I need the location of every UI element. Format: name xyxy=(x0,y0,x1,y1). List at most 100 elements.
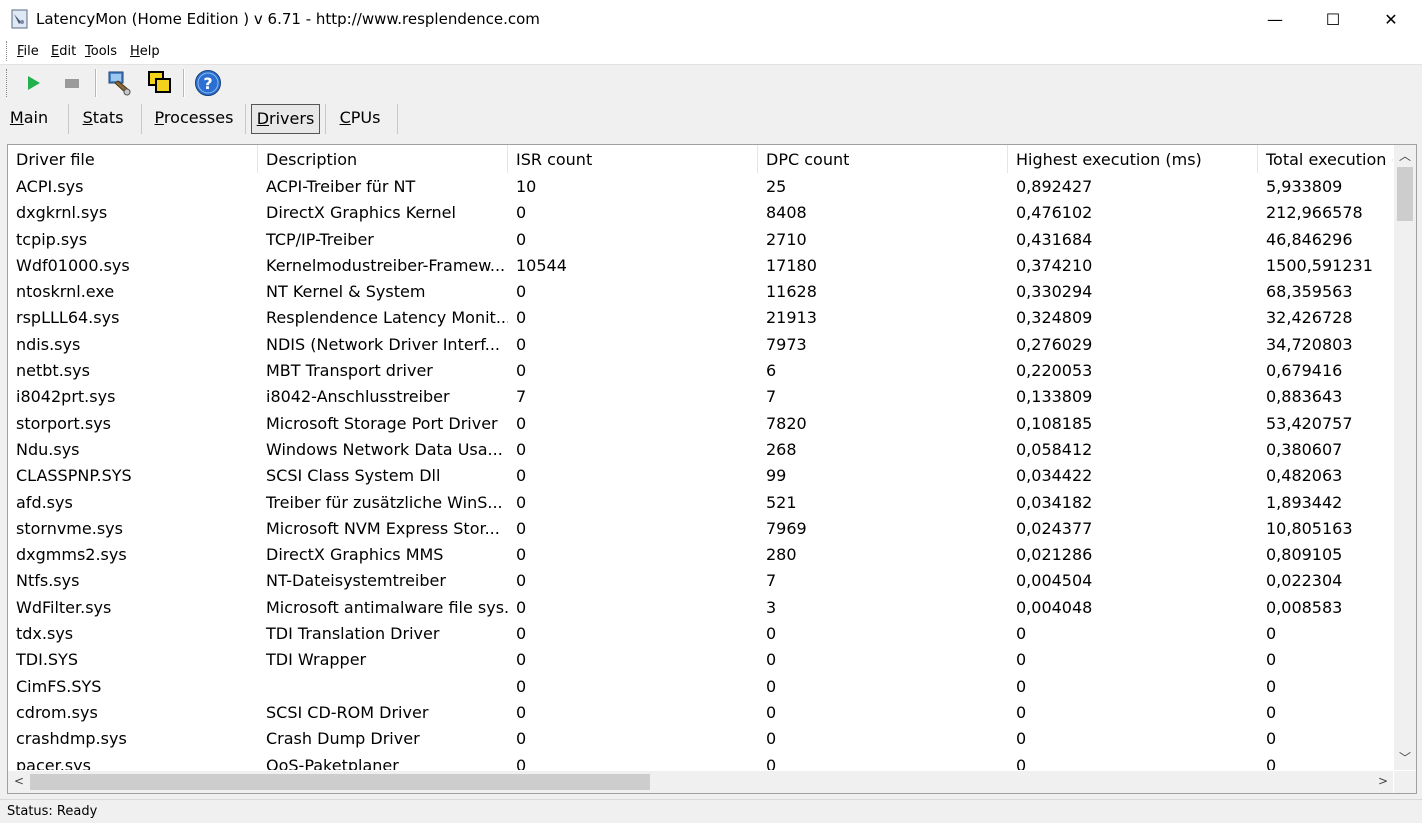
cell-description: TCP/IP-Treiber xyxy=(266,229,374,249)
cell-dpc-count: 280 xyxy=(766,545,797,565)
cell-description: Resplendence Latency Monit... xyxy=(266,308,508,328)
column-header-total-execution[interactable]: Total execution (ms) xyxy=(1258,145,1393,173)
table-row[interactable]: ACPI.sys ACPI-Treiber für NT 10 25 0,892427 5… xyxy=(8,174,1393,200)
table-row[interactable]: cdrom.sys SCSI CD-ROM Driver 0 0 0 0 xyxy=(8,700,1393,726)
list-rows: ACPI.sys ACPI-Treiber für NT 10 25 0,892427 5… xyxy=(8,174,1393,770)
table-row[interactable]: Wdf01000.sys Kernelmodustreiber-Framew...… xyxy=(8,253,1393,279)
toolbar-grip[interactable] xyxy=(6,69,9,97)
table-row[interactable]: tcpip.sys TCP/IP-Treiber 0 2710 0,431684 46,8… xyxy=(8,227,1393,253)
cell-driver-file: dxgkrnl.sys xyxy=(16,203,108,223)
cell-total-execution: 1500,591231 xyxy=(1266,255,1373,275)
column-header-highest-execution[interactable]: Highest execution (ms) xyxy=(1008,145,1258,173)
cell-description: SCSI Class System Dll xyxy=(266,466,441,486)
cell-highest-execution: 0,004504 xyxy=(1016,571,1093,591)
table-row[interactable]: pacer.sys QoS-Paketplaner 0 0 0 0 xyxy=(8,753,1393,770)
status-bar xyxy=(0,799,1422,823)
menu-edit[interactable]: Edit xyxy=(51,44,76,59)
table-row[interactable]: ndis.sys NDIS (Network Driver Interf... 0 7… xyxy=(8,332,1393,358)
cell-description: Windows Network Data Usa... xyxy=(266,439,503,459)
cell-total-execution: 0 xyxy=(1266,650,1277,670)
menu-tools[interactable]: Tools xyxy=(85,44,117,59)
cell-dpc-count: 7973 xyxy=(766,334,807,354)
table-row[interactable]: afd.sys Treiber für zusätzliche WinS... 0 5… xyxy=(8,490,1393,516)
column-header-isr-count[interactable]: ISR count xyxy=(508,145,758,173)
cell-highest-execution: 0,330294 xyxy=(1016,282,1093,302)
scroll-down-icon[interactable]: ﹀ xyxy=(1399,749,1411,766)
table-row[interactable]: tdx.sys TDI Translation Driver 0 0 0 0 xyxy=(8,621,1393,647)
menu-help[interactable]: Help xyxy=(130,44,160,59)
cell-total-execution: 0 xyxy=(1266,729,1277,749)
cell-description: NDIS (Network Driver Interf... xyxy=(266,334,500,354)
cell-highest-execution: 0,034182 xyxy=(1016,492,1093,512)
help-icon: ? xyxy=(195,70,221,96)
tab-separator xyxy=(245,104,246,134)
table-row[interactable]: storport.sys Microsoft Storage Port Drive… xyxy=(8,411,1393,437)
column-header-description[interactable]: Description xyxy=(258,145,508,173)
drivers-list[interactable]: Driver file Description ISR count DPC co… xyxy=(7,144,1417,794)
table-row[interactable]: Ndu.sys Windows Network Data Usa... 0 268 0,… xyxy=(8,437,1393,463)
menu-grip[interactable] xyxy=(6,41,9,61)
menu-file[interactable]: File xyxy=(17,44,39,59)
table-row[interactable]: netbt.sys MBT Transport driver 0 6 0,220053 0… xyxy=(8,358,1393,384)
table-row[interactable]: CimFS.SYS 0 0 0 0 xyxy=(8,674,1393,700)
vertical-scrollbar[interactable]: ︿ ﹀ xyxy=(1394,145,1416,770)
scroll-right-icon[interactable]: > xyxy=(1378,774,1388,788)
tab-separator xyxy=(68,104,69,134)
table-row[interactable]: TDI.SYS TDI Wrapper 0 0 0 0 xyxy=(8,647,1393,673)
window-title: LatencyMon (Home Edition ) v 6.71 - http… xyxy=(36,10,540,28)
cell-driver-file: Ndu.sys xyxy=(16,439,80,459)
tab-separator xyxy=(141,104,142,134)
column-header-dpc-count[interactable]: DPC count xyxy=(758,145,1008,173)
tab-stats[interactable]: Stats xyxy=(78,104,128,132)
latencymon-app-icon xyxy=(11,9,29,29)
start-button[interactable] xyxy=(18,68,48,98)
cell-description: TDI Translation Driver xyxy=(266,624,440,644)
table-row[interactable]: i8042prt.sys i8042-Anschlusstreiber 7 7 0,13… xyxy=(8,384,1393,410)
vertical-scroll-thumb[interactable] xyxy=(1397,167,1413,221)
cell-description: Crash Dump Driver xyxy=(266,729,420,749)
table-row[interactable]: CLASSPNP.SYS SCSI Class System Dll 0 99 0,03… xyxy=(8,463,1393,489)
help-button[interactable]: ? xyxy=(193,68,223,98)
cell-highest-execution: 0 xyxy=(1016,624,1027,644)
cell-dpc-count: 7 xyxy=(766,387,777,407)
maximize-button[interactable]: ☐ xyxy=(1304,0,1362,38)
table-row[interactable]: crashdmp.sys Crash Dump Driver 0 0 0 0 xyxy=(8,726,1393,752)
horizontal-scrollbar[interactable]: < > xyxy=(8,771,1393,793)
cell-total-execution: 0,380607 xyxy=(1266,439,1343,459)
cell-driver-file: ACPI.sys xyxy=(16,177,84,196)
cell-dpc-count: 8408 xyxy=(766,203,807,223)
horizontal-scroll-thumb[interactable] xyxy=(30,774,650,790)
table-row[interactable]: dxgmms2.sys DirectX Graphics MMS 0 280 0,021… xyxy=(8,542,1393,568)
table-row[interactable]: stornvme.sys Microsoft NVM Express Stor..… xyxy=(8,516,1393,542)
tab-processes[interactable]: Processes xyxy=(151,104,237,132)
scroll-up-icon[interactable]: ︿ xyxy=(1399,147,1411,164)
cell-dpc-count: 11628 xyxy=(766,282,817,302)
cell-description: Treiber für zusätzliche WinS... xyxy=(266,492,503,512)
cell-driver-file: rspLLL64.sys xyxy=(16,308,120,328)
cell-isr-count: 0 xyxy=(516,334,527,354)
windows-button[interactable] xyxy=(145,68,175,98)
column-header-driver-file[interactable]: Driver file xyxy=(8,145,258,173)
cell-dpc-count: 7820 xyxy=(766,413,807,433)
tab-drivers[interactable]: Drivers xyxy=(251,104,320,134)
tab-cpus[interactable]: CPUs xyxy=(332,104,388,132)
cell-isr-count: 0 xyxy=(516,466,527,486)
table-row[interactable]: ntoskrnl.exe NT Kernel & System 0 11628 0,33… xyxy=(8,279,1393,305)
table-row[interactable]: WdFilter.sys Microsoft antimalware file s… xyxy=(8,595,1393,621)
cell-isr-count: 0 xyxy=(516,361,527,381)
toolbar-separator xyxy=(183,69,185,97)
windows-icon xyxy=(148,71,171,93)
close-button[interactable]: ✕ xyxy=(1362,0,1420,38)
stop-button[interactable] xyxy=(57,68,87,98)
tab-main[interactable]: Main xyxy=(6,104,52,132)
cell-driver-file: pacer.sys xyxy=(16,755,91,770)
minimize-button[interactable]: — xyxy=(1246,0,1304,38)
table-row[interactable]: rspLLL64.sys Resplendence Latency Monit..… xyxy=(8,305,1393,331)
cell-highest-execution: 0,058412 xyxy=(1016,439,1093,459)
table-row[interactable]: Ntfs.sys NT-Dateisystemtreiber 0 7 0,004504 0… xyxy=(8,568,1393,594)
inspect-button[interactable] xyxy=(104,68,134,98)
table-row[interactable]: dxgkrnl.sys DirectX Graphics Kernel 0 8408 0… xyxy=(8,200,1393,226)
cell-total-execution: 53,420757 xyxy=(1266,413,1353,433)
scroll-left-icon[interactable]: < xyxy=(14,774,24,788)
cell-highest-execution: 0,374210 xyxy=(1016,255,1093,275)
